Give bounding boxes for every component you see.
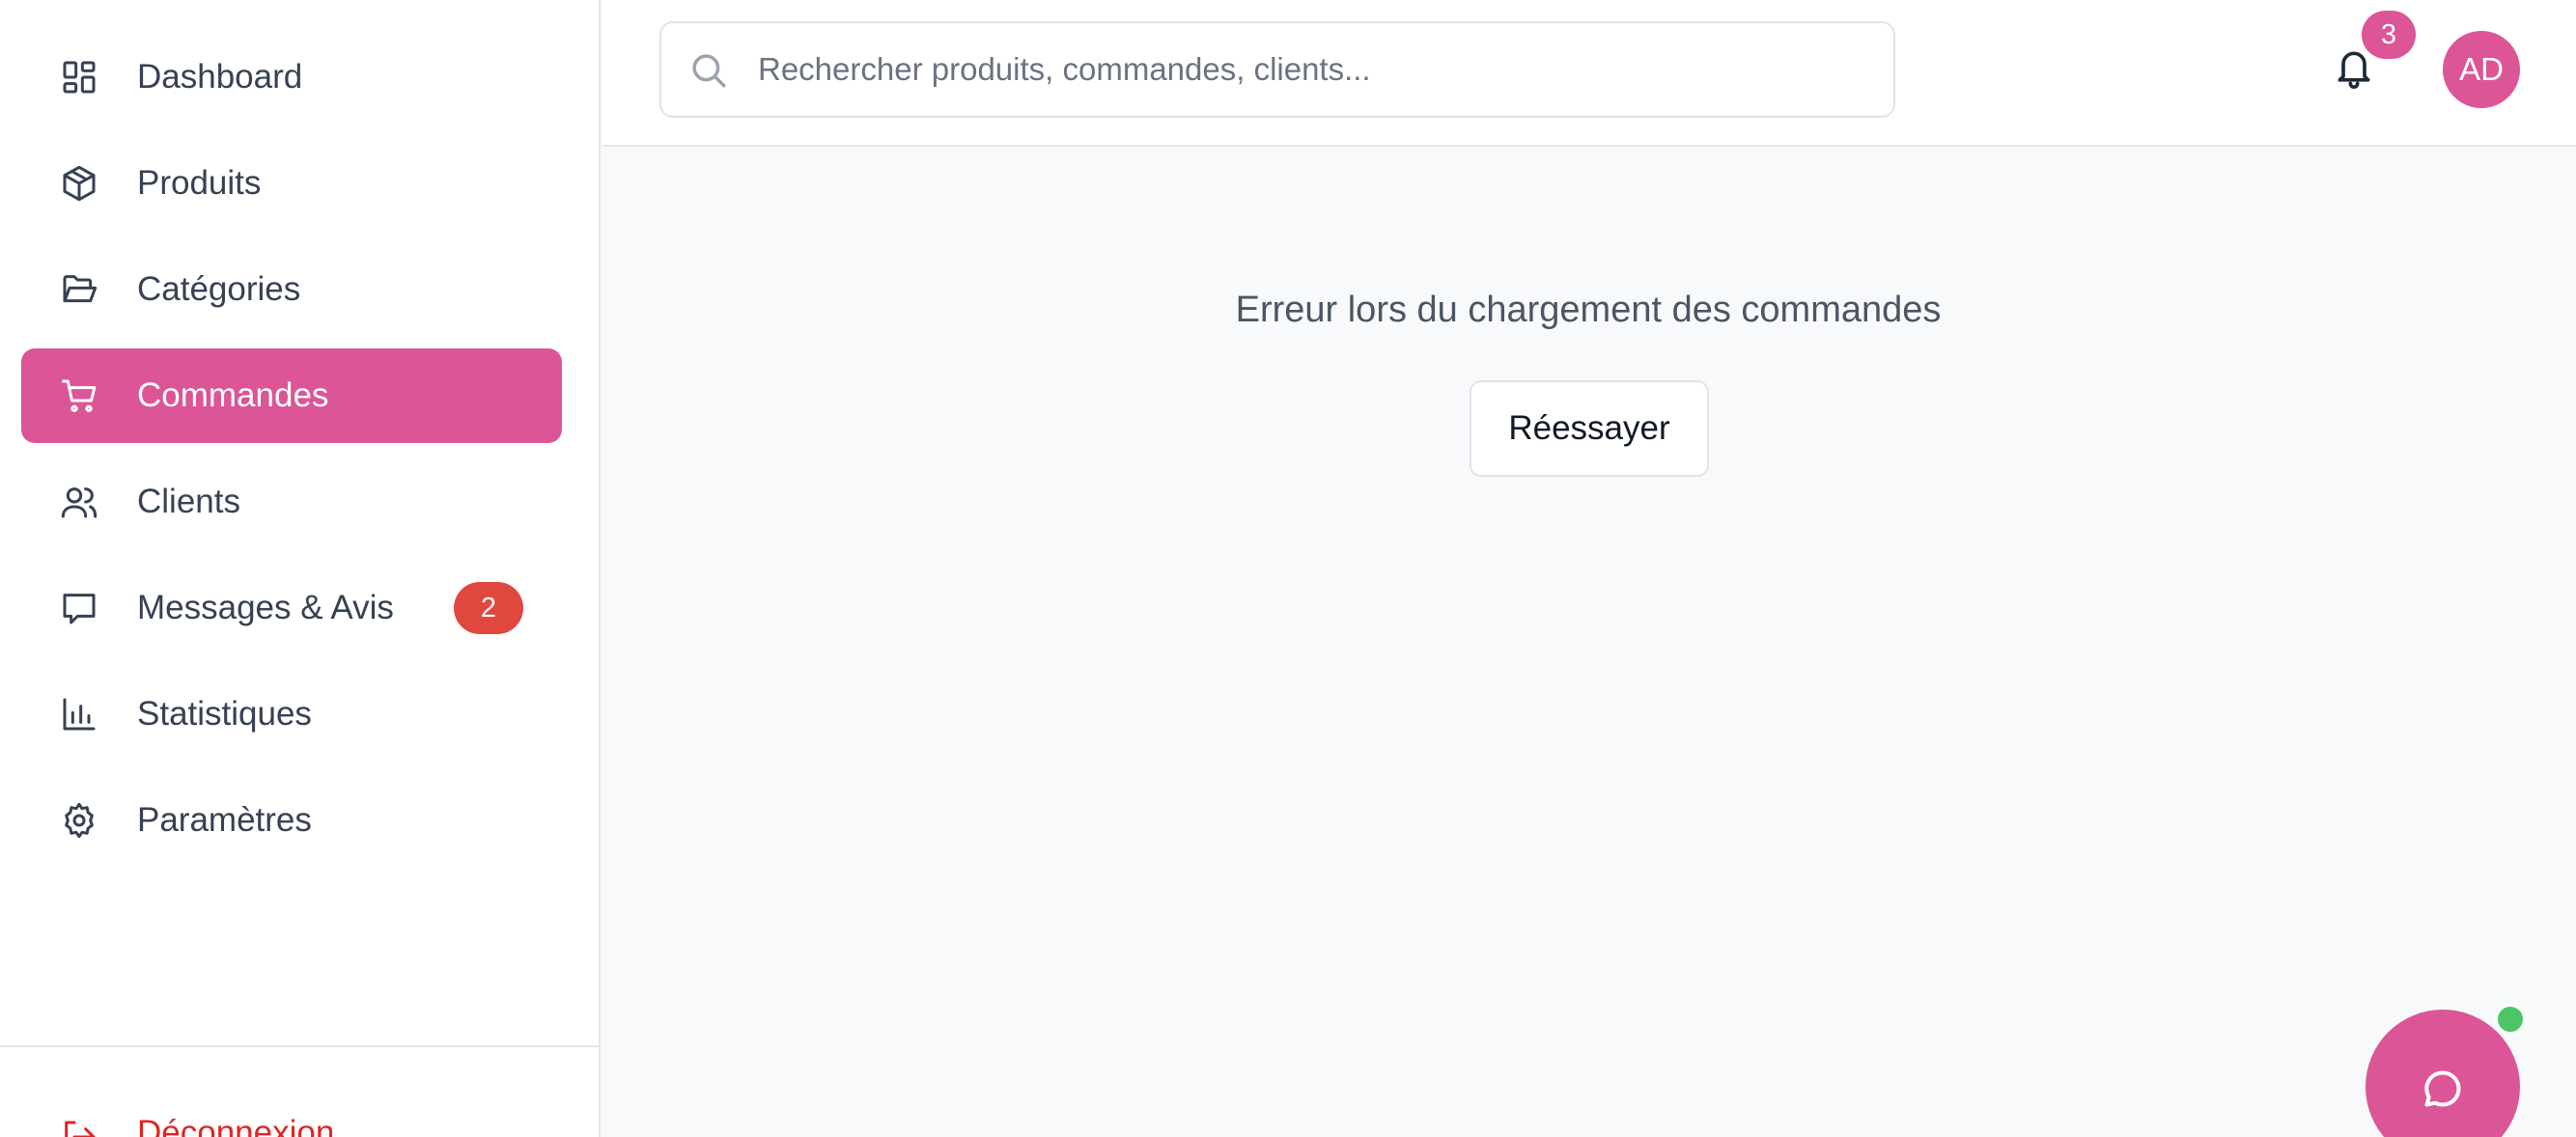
sidebar-divider — [0, 1045, 601, 1047]
messages-count-badge: 2 — [454, 582, 523, 634]
sidebar-item-label: Dashboard — [137, 58, 303, 96]
sidebar-item-produits[interactable]: Produits — [21, 136, 562, 231]
sidebar-item-clients[interactable]: Clients — [21, 455, 562, 549]
bar-chart-icon — [60, 695, 98, 734]
chat-button[interactable] — [2366, 1010, 2520, 1137]
sidebar-item-label: Commandes — [137, 376, 329, 414]
settings-icon — [60, 801, 98, 840]
sidebar-item-statistiques[interactable]: Statistiques — [21, 667, 562, 762]
sidebar-item-label: Messages & Avis — [137, 589, 394, 626]
search-input[interactable] — [758, 23, 1878, 116]
folder-icon — [60, 270, 98, 309]
cart-icon — [60, 376, 98, 415]
package-icon — [60, 164, 98, 203]
online-status-dot — [2495, 1004, 2526, 1035]
sidebar-item-categories[interactable]: Catégories — [21, 242, 562, 337]
sidebar-item-dashboard[interactable]: Dashboard — [21, 30, 562, 125]
avatar[interactable]: AD — [2443, 31, 2520, 108]
sidebar: Dashboard Produits Catégories Commandes … — [0, 0, 601, 1137]
sidebar-item-label: Paramètres — [137, 801, 312, 839]
sidebar-item-commandes[interactable]: Commandes — [21, 348, 562, 443]
retry-button[interactable]: Réessayer — [1470, 380, 1709, 477]
notification-count-badge: 3 — [2362, 11, 2416, 59]
sidebar-item-label: Clients — [137, 483, 240, 520]
sidebar-item-label: Statistiques — [137, 695, 312, 733]
logout-label: Déconnexion — [137, 1114, 335, 1137]
users-icon — [60, 483, 98, 521]
top-header: 3 AD — [602, 0, 2576, 147]
bell-icon — [2333, 51, 2375, 95]
search-icon — [688, 50, 729, 91]
search-box — [659, 21, 1895, 118]
message-icon — [60, 589, 98, 627]
sidebar-item-parametres[interactable]: Paramètres — [21, 773, 562, 868]
error-message: Erreur lors du chargement des commandes — [1235, 290, 1942, 330]
dashboard-icon — [60, 58, 98, 97]
sidebar-item-label: Catégories — [137, 270, 301, 308]
sidebar-item-label: Produits — [137, 164, 262, 202]
logout-icon — [60, 1118, 98, 1137]
logout-button[interactable]: Déconnexion — [21, 1100, 562, 1137]
sidebar-item-messages[interactable]: Messages & Avis 2 — [21, 561, 562, 655]
